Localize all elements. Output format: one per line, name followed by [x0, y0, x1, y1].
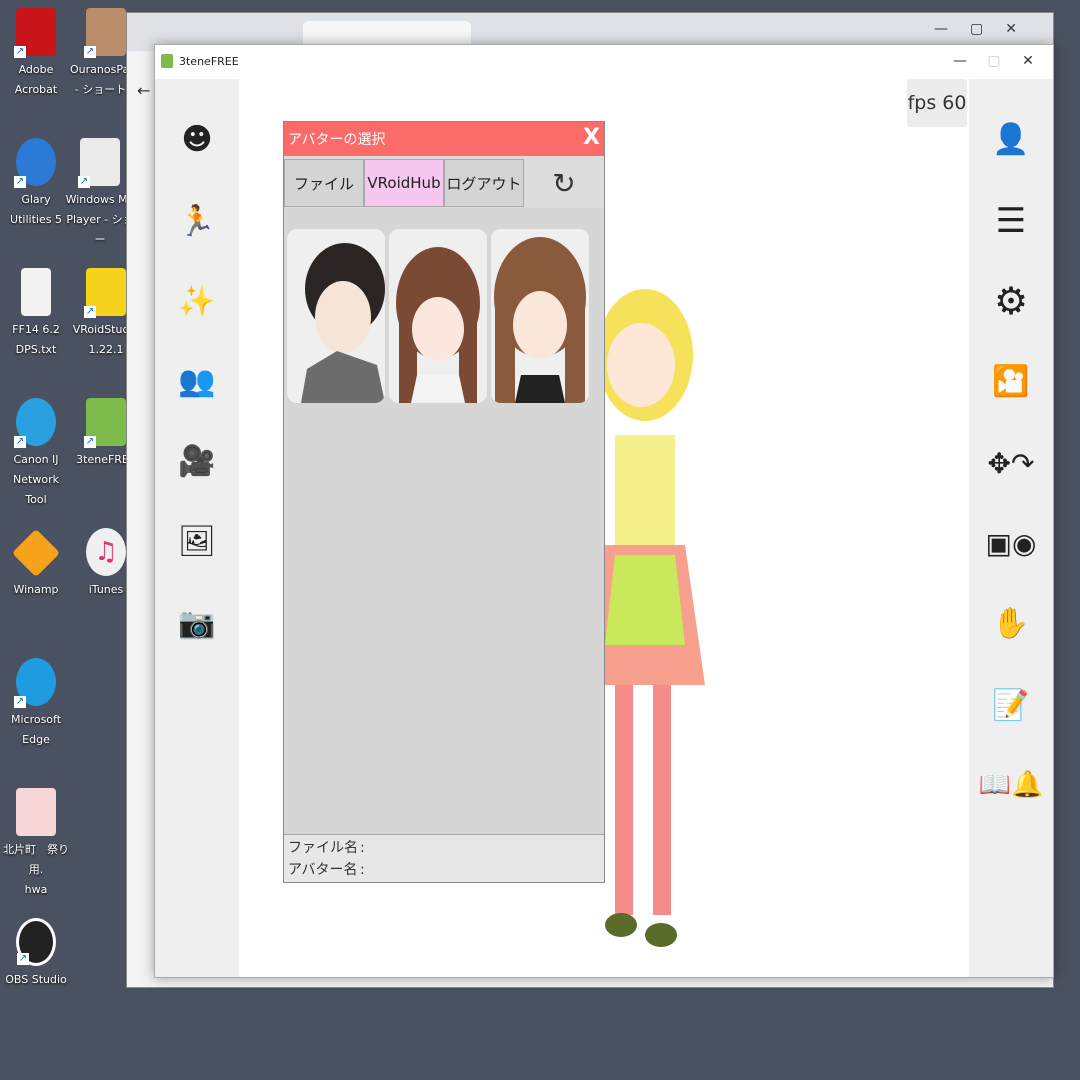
- effect-magic-icon[interactable]: ✨: [155, 271, 239, 331]
- ouranos-patcher-icon: ↗: [84, 8, 126, 58]
- portrait-webcam-icon[interactable]: ▣◉: [969, 513, 1053, 573]
- vroidhub-button[interactable]: VRoidHub: [364, 159, 444, 207]
- camera-stage-icon[interactable]: 🎥: [155, 431, 239, 491]
- file-button[interactable]: ファイル: [284, 159, 364, 207]
- desktop-icon-label: 北片町 祭り用. hwa: [3, 843, 69, 896]
- avatar-thumbnail: [389, 229, 487, 403]
- background-furniture-icon[interactable]: 🖼: [155, 511, 239, 571]
- hwa-file-icon: [16, 788, 56, 836]
- refresh-icon[interactable]: ↻: [524, 159, 604, 207]
- hand-wave-icon[interactable]: ✋: [969, 593, 1053, 653]
- edge-icon: ↗: [14, 658, 56, 708]
- 3tene-icon: ↗: [84, 398, 126, 448]
- desktop-icon-label: Winamp: [13, 583, 59, 596]
- desktop-icon-canon-ij[interactable]: ↗ Canon IJ Network Tool: [0, 398, 72, 510]
- app-titlebar: 3teneFREE — ▢ ✕: [155, 45, 1053, 77]
- desktop-icon-label: Glary Utilities 5: [10, 193, 62, 226]
- vroid-studio-icon: ↗: [84, 268, 126, 318]
- desktop-icon-kitakata-hwa[interactable]: 北片町 祭り用. hwa: [0, 788, 72, 900]
- gear-icon[interactable]: ⚙: [969, 271, 1053, 331]
- camera-tripod-icon[interactable]: 🎦: [969, 351, 1053, 411]
- desktop-icon-microsoft-edge[interactable]: ↗ Microsoft Edge: [0, 658, 72, 750]
- app-window: 3teneFREE — ▢ ✕ ☻ 🏃 ✨ 👥 🎥 🖼 📷 fps 60 アバタ…: [154, 44, 1054, 978]
- document-icon: ↗: [78, 138, 120, 188]
- dialog-button-bar: ファイル VRoidHub ログアウト ↻: [284, 156, 604, 208]
- avatar-card[interactable]: [389, 229, 487, 403]
- left-toolbar: ☻ 🏃 ✨ 👥 🎥 🖼 📷: [155, 79, 239, 977]
- winamp-icon: [11, 528, 61, 578]
- back-arrow-icon[interactable]: ←: [137, 81, 150, 100]
- obs-icon: ↗: [16, 918, 56, 966]
- minimize-button[interactable]: —: [943, 45, 977, 77]
- avatar-select-dialog: アバターの選択 X ファイル VRoidHub ログアウト ↻ ファイル名: …: [283, 121, 605, 883]
- sliders-icon[interactable]: ☰: [969, 191, 1053, 251]
- adobe-acrobat-icon: ↗: [14, 8, 56, 58]
- avatar-name-label: アバター名: [288, 862, 358, 878]
- dialog-header: アバターの選択 X: [284, 122, 604, 156]
- pose-icon[interactable]: 🏃: [155, 191, 239, 251]
- close-button[interactable]: ✕: [1011, 45, 1045, 77]
- right-toolbar: 👤 ☰ ⚙ 🎦 ✥↷ ▣◉ ✋ 📝 📖🔔: [969, 79, 1053, 977]
- dialog-title: アバターの選択: [288, 132, 386, 148]
- avatar-card[interactable]: [287, 229, 385, 403]
- window-controls: — ▢ ✕: [943, 45, 1045, 77]
- logout-button[interactable]: ログアウト: [444, 159, 524, 207]
- separator: :: [360, 862, 365, 878]
- text-file-icon: [21, 268, 51, 316]
- avatar-name-row: アバター名:: [288, 859, 600, 881]
- avatar-card[interactable]: [491, 229, 589, 403]
- avatar-info-panel: ファイル名: アバター名:: [284, 834, 604, 882]
- avatars-group-icon[interactable]: 👥: [155, 351, 239, 411]
- app-title: 3teneFREE: [179, 54, 239, 68]
- desktop-icon-label: Canon IJ Network Tool: [13, 453, 59, 506]
- fps-label: fps: [907, 92, 937, 114]
- capture-camera-video-icon[interactable]: 📷: [155, 593, 239, 653]
- canon-ij-network-icon: ↗: [14, 398, 56, 448]
- app-logo-icon: [161, 54, 173, 68]
- glary-utilities-icon: ↗: [14, 138, 56, 188]
- desktop-icon-label: FF14 6.2 DPS.txt: [12, 323, 60, 356]
- desktop-icon-glary-utilities[interactable]: ↗ Glary Utilities 5: [0, 138, 72, 230]
- face-tracking-icon[interactable]: 👤: [969, 109, 1053, 169]
- desktop-icon-label: Microsoft Edge: [10, 713, 62, 746]
- separator: :: [360, 840, 365, 856]
- avatar-list: [287, 229, 589, 403]
- itunes-icon: ♫: [86, 528, 126, 576]
- fps-indicator: fps 60: [907, 79, 967, 127]
- fps-value: 60: [942, 92, 967, 114]
- desktop-icon-obs-studio[interactable]: ↗ OBS Studio: [0, 918, 72, 990]
- note-edit-icon[interactable]: 📝: [969, 675, 1053, 735]
- browser-window-controls[interactable]: —▢✕: [934, 21, 1039, 37]
- desktop-icon-winamp[interactable]: Winamp: [0, 528, 72, 600]
- desktop-icon-label: Adobe Acrobat: [14, 63, 58, 96]
- file-name-label: ファイル名: [288, 840, 358, 856]
- desktop-icon-label: OBS Studio: [5, 973, 67, 986]
- book-bell-icon[interactable]: 📖🔔: [969, 755, 1053, 815]
- desktop-icon-ff14-txt[interactable]: FF14 6.2 DPS.txt: [0, 268, 72, 360]
- desktop-icon-adobe-acrobat[interactable]: ↗ Adobe Acrobat: [0, 8, 72, 100]
- face-icon[interactable]: ☻: [155, 109, 239, 169]
- move-rotate-icon[interactable]: ✥↷: [969, 433, 1053, 493]
- avatar-thumbnail: [287, 229, 385, 403]
- dialog-close-button[interactable]: X: [583, 125, 600, 150]
- maximize-button[interactable]: ▢: [977, 45, 1011, 77]
- file-name-row: ファイル名:: [288, 837, 600, 859]
- avatar-thumbnail: [491, 229, 589, 403]
